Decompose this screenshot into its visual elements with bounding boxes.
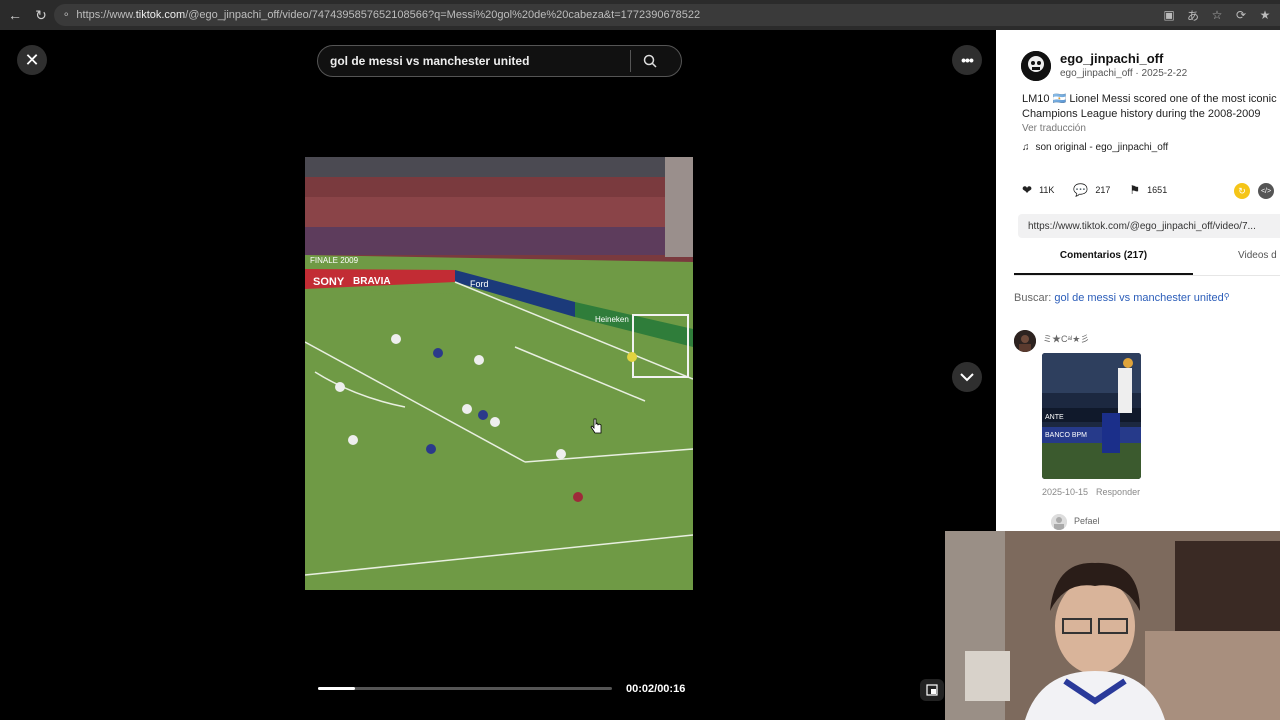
- author-name[interactable]: ego_jinpachi_off: [1060, 51, 1163, 66]
- ford-text: Ford: [470, 279, 489, 289]
- reply-avatar[interactable]: [1051, 514, 1067, 530]
- comment-count: 217: [1095, 185, 1111, 195]
- finale-text: FINALE 2009: [310, 256, 359, 265]
- chevron-down-icon: [960, 372, 974, 381]
- embed-icon[interactable]: </>: [1258, 183, 1274, 199]
- sony-text: SONY: [313, 276, 345, 288]
- comment-button[interactable]: 💬 217: [1073, 183, 1110, 197]
- heineken-text: Heineken: [595, 315, 629, 324]
- music-link[interactable]: ♫ son original - ego_jinpachi_off: [1022, 142, 1168, 153]
- save-button[interactable]: ⚑ 1651: [1129, 183, 1167, 197]
- translate-link[interactable]: Ver traducción: [1022, 123, 1086, 134]
- reply-button[interactable]: Responder: [1096, 487, 1140, 497]
- translate-icon[interactable]: あ: [1186, 7, 1200, 24]
- heart-icon: ❤: [1022, 183, 1033, 197]
- url-text: https://www.tiktok.com/@ego_jinpachi_off…: [76, 9, 701, 21]
- comment-date: 2025-10-15: [1042, 487, 1089, 497]
- commenter-avatar[interactable]: [1014, 330, 1036, 352]
- pip-icon: [926, 684, 938, 696]
- next-video-button[interactable]: [952, 362, 982, 392]
- video-progress-bar[interactable]: [318, 687, 612, 690]
- music-note-icon: ♫: [1022, 142, 1030, 153]
- repost-icon[interactable]: ↻: [1234, 183, 1250, 199]
- search-suggestion-label: Buscar:: [1014, 292, 1052, 304]
- post-details-panel: ego_jinpachi_off ego_jinpachi_off · 2025…: [996, 30, 1280, 531]
- mouse-cursor-icon: [590, 418, 602, 434]
- comment-meta: 2025-10-15 Responder: [1042, 487, 1140, 497]
- author-subline: ego_jinpachi_off · 2025-2-22: [1060, 68, 1188, 79]
- person-face: [1055, 578, 1135, 674]
- bookmark-icon: ⚑: [1129, 183, 1141, 197]
- more-options-button[interactable]: •••: [952, 45, 982, 75]
- music-label: son original - ego_jinpachi_off: [1035, 142, 1169, 153]
- copy-link-field[interactable]: https://www.tiktok.com/@ego_jinpachi_off…: [1018, 214, 1280, 238]
- search-bar[interactable]: gol de messi vs manchester united: [317, 45, 682, 77]
- tab-comments[interactable]: Comentarios (217): [1014, 250, 1193, 275]
- video-frame[interactable]: FINALE 2009 SONY BRAVIA Ford Heineken: [305, 157, 693, 590]
- commenter-name[interactable]: ミ★Cᵃˡ★彡: [1043, 332, 1089, 345]
- search-icon[interactable]: [631, 54, 669, 68]
- tab-creator-videos[interactable]: Videos d: [1238, 250, 1277, 261]
- tab-divider: [1014, 275, 1280, 276]
- picture-in-picture-button[interactable]: [920, 679, 944, 701]
- author-avatar[interactable]: [1021, 51, 1051, 81]
- comment-image[interactable]: ANTE BANCO BPM: [1042, 353, 1141, 479]
- post-description: LM10 🇦🇷 Lionel Messi scored one of the m…: [1022, 93, 1277, 120]
- close-button[interactable]: ✕: [17, 45, 47, 75]
- webcam-overlay: [945, 531, 1280, 720]
- video-time: 00:02/00:16: [626, 683, 686, 695]
- favorites-bar-icon[interactable]: ★: [1258, 8, 1272, 22]
- more-dots-icon: •••: [961, 52, 974, 68]
- comment-image-text-1: ANTE: [1045, 414, 1064, 421]
- video-player: ✕ gol de messi vs manchester united ••• …: [0, 30, 996, 720]
- reload-icon[interactable]: ↻: [30, 4, 52, 26]
- browser-toolbar: ← ↻ ⚬ https://www.tiktok.com/@ego_jinpac…: [0, 0, 1280, 30]
- progress-fill: [318, 687, 355, 690]
- search-small-icon: ⚲: [1223, 292, 1230, 301]
- comment-icon: 💬: [1073, 183, 1089, 197]
- extensions-icon[interactable]: ⟳: [1234, 8, 1248, 22]
- reply-username[interactable]: Pefael: [1074, 516, 1100, 526]
- action-bar: ❤ 11K 💬 217 ⚑ 1651: [1022, 183, 1186, 197]
- address-bar[interactable]: ⚬ https://www.tiktok.com/@ego_jinpachi_o…: [54, 4, 1280, 26]
- address-bar-actions: ▣ あ ☆ ⟳ ★: [1154, 4, 1280, 26]
- save-count: 1651: [1147, 185, 1168, 195]
- search-input[interactable]: gol de messi vs manchester united: [330, 54, 630, 68]
- like-count: 11K: [1039, 185, 1055, 195]
- favorite-star-icon[interactable]: ☆: [1210, 8, 1224, 22]
- bravia-text: BRAVIA: [353, 276, 391, 287]
- search-suggestion-link[interactable]: gol de messi vs manchester united: [1054, 292, 1223, 304]
- search-suggestion: Buscar: gol de messi vs manchester unite…: [1014, 292, 1230, 304]
- back-arrow-icon[interactable]: ←: [4, 4, 26, 26]
- app-install-icon[interactable]: ▣: [1162, 8, 1176, 22]
- site-info-icon[interactable]: ⚬: [62, 10, 70, 21]
- close-icon: ✕: [24, 49, 40, 70]
- comment-image-text-2: BANCO BPM: [1045, 432, 1087, 439]
- like-button[interactable]: ❤ 11K: [1022, 183, 1054, 197]
